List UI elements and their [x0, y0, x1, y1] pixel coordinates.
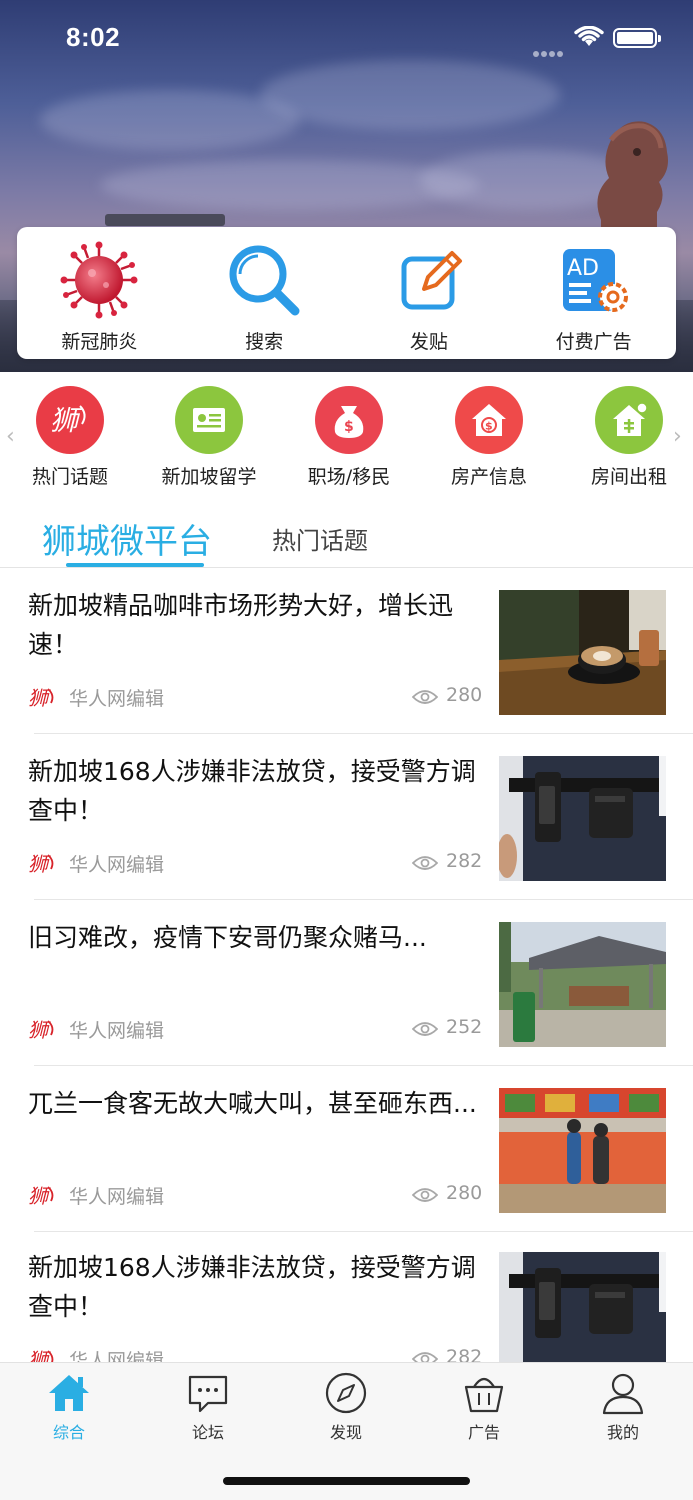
cellular-signal-icon: [533, 42, 567, 57]
category-label: 房产信息: [450, 466, 527, 488]
virus-icon: [60, 241, 138, 319]
compass-icon: [325, 1372, 367, 1414]
wifi-icon: [574, 26, 604, 46]
user-icon: [602, 1373, 644, 1415]
house-rent-icon: [595, 386, 663, 454]
news-meta: 狮 华人网编辑 282: [28, 849, 483, 877]
quick-action-post[interactable]: 发贴: [347, 227, 512, 359]
news-meta: 狮 华人网编辑 252: [28, 1015, 483, 1043]
news-view-count: 282: [446, 850, 483, 872]
tab-forum[interactable]: 论坛: [148, 1371, 268, 1443]
tab-hot-topics[interactable]: 热门话题: [272, 521, 368, 556]
news-title: 新加坡168人涉嫌非法放贷，接受警方调查中！: [28, 1253, 476, 1321]
quick-action-label: 发贴: [409, 331, 448, 353]
basket-icon: [464, 1377, 504, 1413]
news-item[interactable]: 旧习难改，疫情下安哥仍聚众赌马... 狮 华人网编辑 252: [0, 900, 693, 1066]
house-money-icon: $: [455, 386, 523, 454]
edit-post-icon: [401, 251, 462, 310]
news-author: 华人网编辑: [69, 1186, 165, 1208]
svg-text:$: $: [485, 420, 493, 433]
publisher-logo-icon: 狮: [28, 1184, 54, 1207]
search-icon: [229, 245, 300, 316]
eye-icon: [412, 856, 438, 870]
publisher-logo-icon: 狮: [28, 686, 54, 709]
news-title: 新加坡168人涉嫌非法放贷，接受警方调查中！: [28, 757, 476, 825]
news-title: 旧习难改，疫情下安哥仍聚众赌马...: [28, 923, 427, 952]
category-career[interactable]: $ 职场/移民: [279, 386, 419, 489]
money-bag-icon: $: [315, 386, 383, 454]
category-hot-topics[interactable]: 狮 热门话题: [0, 386, 140, 489]
eye-icon: [412, 1022, 438, 1036]
quick-action-covid[interactable]: 新冠肺炎: [17, 227, 182, 359]
category-study[interactable]: 新加坡留学: [139, 386, 279, 489]
news-title: 新加坡精品咖啡市场形势大好，增长迅速！: [28, 591, 454, 659]
tab-home[interactable]: 综合: [9, 1371, 129, 1443]
news-thumbnail-pavilion: [499, 922, 666, 1047]
status-bar: 8:02: [0, 0, 693, 80]
category-label: 房间出租: [590, 466, 667, 488]
news-item[interactable]: 新加坡精品咖啡市场形势大好，增长迅速！ 狮 华人网编辑 280: [0, 568, 693, 734]
app-screen: 8:02 新冠肺炎 搜索 发贴 AD 付费广告 ‹ › 狮 热门话题 新加坡留学…: [0, 0, 693, 1500]
news-item[interactable]: 新加坡168人涉嫌非法放贷，接受警方调查中！ 狮 华人网编辑 282: [0, 734, 693, 900]
svg-text:狮: 狮: [28, 852, 51, 875]
ad-settings-icon: AD: [562, 249, 628, 312]
category-room-rental[interactable]: 房间出租: [559, 386, 693, 489]
svg-text:狮: 狮: [28, 1018, 51, 1041]
chat-bubble-icon: [188, 1375, 228, 1413]
svg-text:狮: 狮: [28, 686, 51, 709]
quick-actions-card: 新冠肺炎 搜索 发贴 AD 付费广告: [17, 227, 676, 359]
news-meta: 狮 华人网编辑 280: [28, 1181, 483, 1209]
tab-label: 广告: [467, 1423, 500, 1442]
hot-topic-logo-icon: 狮: [36, 386, 104, 454]
tab-ads[interactable]: 广告: [424, 1371, 544, 1443]
study-certificate-icon: [175, 386, 243, 454]
category-property[interactable]: $ 房产信息: [419, 386, 559, 489]
category-label: 新加坡留学: [161, 466, 257, 488]
quick-action-search[interactable]: 搜索: [182, 227, 347, 359]
quick-action-label: 付费广告: [555, 331, 632, 353]
publisher-logo-icon: 狮: [28, 852, 54, 875]
svg-text:狮: 狮: [28, 1184, 51, 1207]
news-view-count: 252: [446, 1016, 483, 1038]
news-author: 华人网编辑: [69, 854, 165, 876]
news-view-count: 280: [446, 1182, 483, 1204]
news-meta: 狮 华人网编辑 280: [28, 683, 483, 711]
quick-action-label: 搜索: [245, 331, 284, 353]
news-thumbnail-coffee: [499, 590, 666, 715]
tab-label: 综合: [52, 1423, 85, 1442]
category-label: 热门话题: [31, 466, 108, 488]
tab-label: 我的: [606, 1423, 639, 1442]
tab-label: 发现: [329, 1423, 362, 1442]
home-icon: [49, 1375, 89, 1411]
battery-icon: [613, 28, 661, 48]
news-thumbnail-police: [499, 756, 666, 881]
svg-text:AD: AD: [567, 256, 599, 281]
svg-text:狮: 狮: [50, 404, 83, 437]
tab-discover[interactable]: 发现: [286, 1371, 406, 1443]
eye-icon: [412, 690, 438, 704]
news-thumbnail-police: [499, 1252, 666, 1377]
tab-lion-city-platform[interactable]: 狮城微平台: [42, 514, 212, 563]
quick-action-paid-ad[interactable]: AD 付费广告: [511, 227, 676, 359]
category-label: 职场/移民: [307, 466, 391, 488]
home-indicator[interactable]: [223, 1477, 470, 1485]
news-thumbnail-foodcourt: [499, 1088, 666, 1213]
tab-me[interactable]: 我的: [563, 1371, 683, 1443]
news-title: 兀兰一食客无故大喊大叫，甚至砸东西...: [28, 1089, 477, 1118]
publisher-logo-icon: 狮: [28, 1018, 54, 1041]
news-author: 华人网编辑: [69, 1020, 165, 1042]
status-time: 8:02: [66, 22, 121, 52]
news-view-count: 280: [446, 684, 483, 706]
svg-text:$: $: [344, 419, 354, 435]
active-tab-indicator: [66, 563, 204, 567]
news-author: 华人网编辑: [69, 688, 165, 710]
category-carousel: ‹ › 狮 热门话题 新加坡留学 $ 职场/移民 $ 房产信息 房间出租: [0, 380, 693, 490]
quick-action-label: 新冠肺炎: [61, 331, 138, 353]
content-tabs: 狮城微平台 热门话题: [0, 508, 693, 568]
eye-icon: [412, 1188, 438, 1202]
news-item[interactable]: 兀兰一食客无故大喊大叫，甚至砸东西... 狮 华人网编辑 280: [0, 1066, 693, 1232]
tab-label: 论坛: [191, 1423, 224, 1442]
